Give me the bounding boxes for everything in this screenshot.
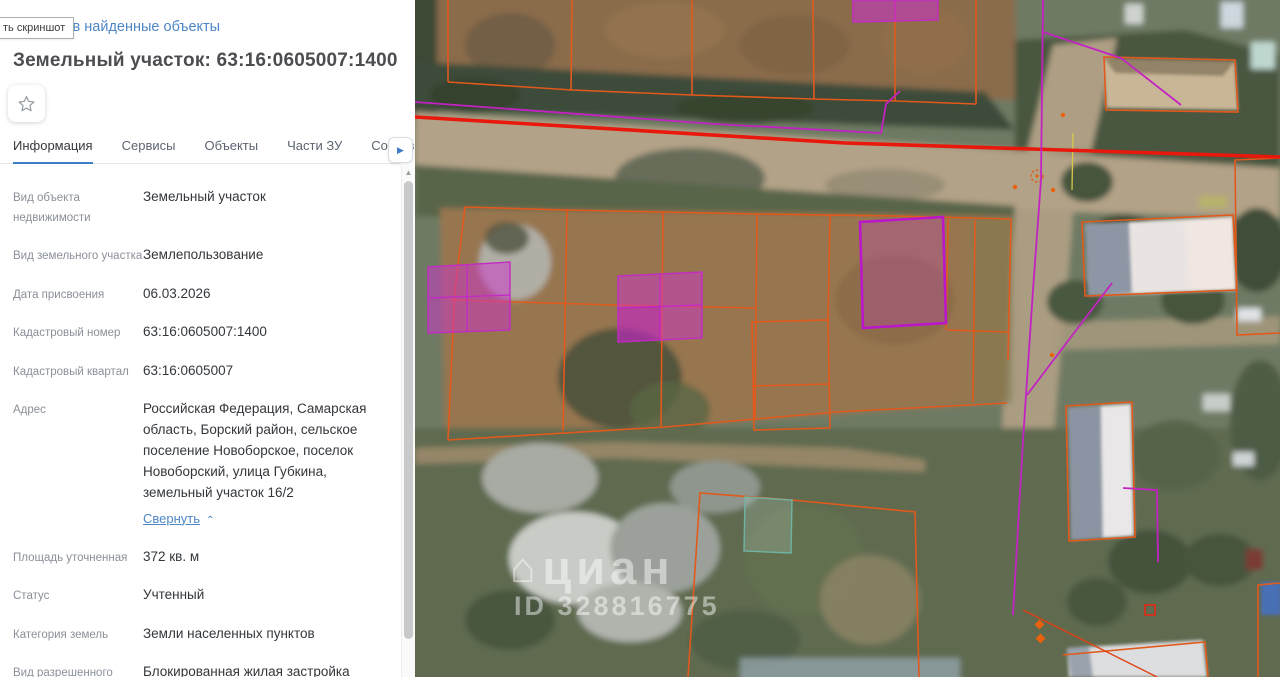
field-label: Вид земельного участка	[13, 250, 143, 263]
field-row: Вид объекта недвижимости Земельный участ…	[13, 187, 387, 228]
page-title: Земельный участок: 63:16:0605007:1400	[13, 50, 398, 71]
field-value: 63:16:0605007:1400	[143, 324, 267, 340]
object-info-panel: ть скриншот ад в найденные объекты Земел…	[0, 0, 415, 677]
tab-services[interactable]: Сервисы	[122, 135, 176, 164]
field-label: Статус	[13, 590, 50, 603]
field-label: Кадастровый номер	[13, 327, 121, 340]
field-row: Вид земельного участка Землепользование	[13, 245, 387, 267]
tab-information[interactable]: Информация	[13, 135, 93, 164]
field-value: 06.03.2026	[143, 285, 211, 301]
field-label: Вид разрешенного использования	[13, 667, 113, 677]
field-row: Дата присвоения 06.03.2026	[13, 284, 387, 306]
cadastral-map-canvas[interactable]	[415, 0, 1280, 677]
field-row: Кадастровый квартал 63:16:0605007	[13, 361, 387, 383]
field-label: Кадастровый квартал	[13, 365, 129, 378]
field-label: Адрес	[13, 404, 46, 417]
field-value: Земли населенных пунктов	[143, 625, 315, 641]
field-label: Категория земель	[13, 628, 109, 641]
tab-parts[interactable]: Части ЗУ	[287, 135, 342, 164]
tabs-scroll-right-button[interactable]: ▶	[388, 137, 413, 163]
scrollbar-thumb[interactable]	[404, 181, 413, 639]
field-row: Статус Учтенный	[13, 585, 387, 607]
field-value: Землепользование	[143, 247, 264, 263]
field-value: Земельный участок	[143, 189, 266, 204]
field-value: 63:16:0605007	[143, 362, 234, 378]
field-label: Площадь уточненная	[13, 551, 128, 564]
panel-scrollbar[interactable]: ▲	[401, 166, 415, 677]
star-icon	[17, 95, 36, 113]
teal-parcel[interactable]	[743, 496, 793, 554]
field-row: Вид разрешенного использования Блокирова…	[13, 662, 387, 677]
chevron-right-icon: ▶	[397, 144, 404, 155]
field-row: Категория земель Земли населенных пункто…	[13, 624, 387, 646]
object-attributes: Вид объекта недвижимости Земельный участ…	[0, 165, 401, 677]
back-to-found-objects-link[interactable]: ад в найденные объекты	[52, 19, 220, 35]
field-row: Площадь уточненная 372 кв. м	[13, 547, 387, 569]
collapse-address-link[interactable]: Свернуть	[143, 509, 200, 529]
field-value: 372 кв. м	[143, 548, 200, 564]
field-label: Вид объекта недвижимости	[13, 192, 91, 224]
favorite-button[interactable]	[8, 85, 45, 122]
field-label: Дата присвоения	[13, 288, 105, 301]
selected-parcel[interactable]	[858, 215, 948, 330]
scroll-up-arrow-icon[interactable]: ▲	[402, 166, 415, 179]
chevron-up-icon: ⌃	[206, 514, 215, 526]
tab-objects[interactable]: Объекты	[204, 135, 258, 164]
field-value: Блокированная жилая застройка	[143, 664, 350, 677]
field-row-address: Адрес Российская Федерация, Самарская об…	[13, 399, 387, 530]
satellite-map	[415, 0, 1280, 677]
field-value: Учтенный	[143, 587, 205, 603]
address-text: Российская Федерация, Самарская область,…	[143, 401, 367, 500]
field-value: Российская Федерация, Самарская область,…	[143, 399, 387, 530]
screenshot-tooltip: ть скриншот	[0, 17, 75, 39]
field-row: Кадастровый номер 63:16:0605007:1400	[13, 322, 387, 344]
tab-bar: Информация Сервисы Объекты Части ЗУ Сост…	[0, 135, 414, 164]
